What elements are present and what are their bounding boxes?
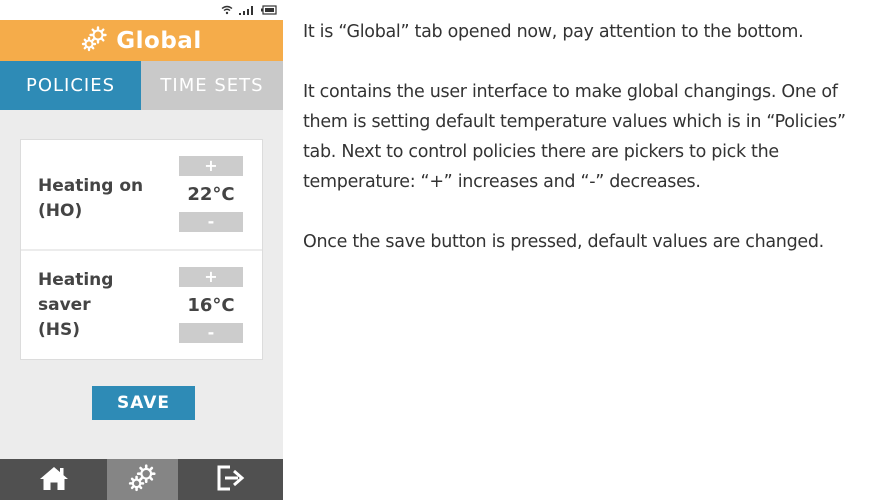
save-button[interactable]: SAVE bbox=[92, 386, 195, 420]
policy-label: Heating on (HO) bbox=[38, 174, 143, 224]
increase-button[interactable]: + bbox=[179, 267, 243, 287]
settings-gears-icon bbox=[81, 25, 109, 56]
description-text: It is “Global” tab opened now, pay atten… bbox=[303, 17, 873, 257]
battery-icon bbox=[261, 5, 277, 15]
nav-home[interactable] bbox=[0, 459, 107, 500]
tab-time-sets[interactable]: TIME SETS bbox=[141, 61, 283, 110]
nav-logout[interactable] bbox=[178, 459, 283, 500]
wifi-icon bbox=[221, 5, 233, 15]
decrease-button[interactable]: - bbox=[179, 323, 243, 343]
policy-heating-saver: Heating saver (HS) + 16°C - bbox=[21, 251, 262, 360]
settings-gears-icon bbox=[128, 463, 158, 497]
logout-icon bbox=[217, 465, 245, 495]
phone-screen: Global POLICIES TIME SETS Heating on (HO… bbox=[0, 0, 283, 500]
temperature-picker: + 22°C - bbox=[179, 156, 243, 232]
home-icon bbox=[39, 465, 69, 495]
policy-heating-on: Heating on (HO) + 22°C - bbox=[21, 140, 262, 249]
signal-icon bbox=[239, 5, 255, 15]
bottom-nav bbox=[0, 459, 283, 500]
temperature-value: 16°C bbox=[187, 294, 235, 316]
page-title: Global bbox=[116, 27, 202, 54]
decrease-button[interactable]: - bbox=[179, 212, 243, 232]
policy-label: Heating saver (HS) bbox=[38, 268, 113, 343]
description-paragraph: It contains the user interface to make g… bbox=[303, 82, 846, 192]
increase-button[interactable]: + bbox=[179, 156, 243, 176]
description-paragraph: Once the save button is pressed, default… bbox=[303, 232, 824, 252]
temperature-picker: + 16°C - bbox=[179, 267, 243, 343]
tab-policies[interactable]: POLICIES bbox=[0, 61, 141, 110]
status-bar bbox=[0, 0, 283, 20]
policy-label-line: (HO) bbox=[38, 201, 83, 221]
tab-bar: POLICIES TIME SETS bbox=[0, 61, 283, 110]
policy-label-line: Heating on bbox=[38, 176, 144, 196]
policy-label-line: Heating bbox=[38, 270, 114, 290]
temperature-value: 22°C bbox=[187, 183, 235, 205]
policies-card: Heating on (HO) + 22°C - Heating saver (… bbox=[20, 139, 263, 360]
title-bar: Global bbox=[0, 20, 283, 61]
policy-label-line: saver bbox=[38, 295, 91, 315]
description-paragraph: It is “Global” tab opened now, pay atten… bbox=[303, 22, 804, 42]
policy-label-line: (HS) bbox=[38, 320, 81, 340]
nav-global-settings[interactable] bbox=[107, 459, 178, 500]
